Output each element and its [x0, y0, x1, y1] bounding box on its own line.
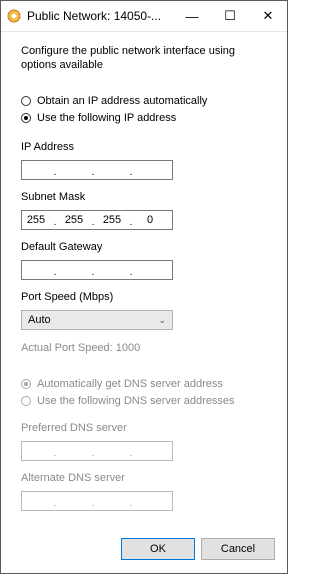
radio-obtain-ip-auto[interactable]: Obtain an IP address automatically	[21, 92, 267, 109]
subnet-mask-field[interactable]: 255. 255. 255. 0	[21, 210, 173, 230]
octet[interactable]: 255	[60, 214, 88, 226]
alternate-dns-field[interactable]: . . .	[21, 491, 173, 511]
app-icon	[7, 9, 21, 23]
window-title: Public Network: 14050-...	[27, 9, 162, 23]
minimize-button[interactable]: —	[173, 1, 211, 31]
radio-indicator[interactable]	[21, 112, 31, 123]
octet[interactable]: 0	[136, 214, 164, 226]
ip-address-field[interactable]: . . .	[21, 160, 173, 180]
preferred-dns-field[interactable]: . . .	[21, 441, 173, 461]
port-speed-label: Port Speed (Mbps)	[21, 291, 114, 303]
dialog-footer: OK Cancel	[1, 538, 287, 560]
ok-button[interactable]: OK	[121, 538, 195, 560]
default-gateway-label: Default Gateway	[21, 241, 103, 253]
radio-use-following-ip[interactable]: Use the following IP address	[21, 109, 267, 126]
chevron-down-icon: ⌄	[158, 314, 166, 325]
port-speed-value: Auto	[28, 314, 51, 326]
ip-address-label: IP Address	[21, 141, 74, 153]
radio-indicator[interactable]	[21, 378, 31, 389]
radio-label: Obtain an IP address automatically	[37, 94, 208, 107]
actual-port-speed-label: Actual Port Speed:	[21, 342, 113, 354]
octet[interactable]: 255	[98, 214, 126, 226]
radio-indicator[interactable]	[21, 95, 31, 106]
maximize-button[interactable]: ☐	[211, 1, 249, 31]
radio-dns-manual[interactable]: Use the following DNS server addresses	[21, 392, 267, 409]
port-speed-dropdown[interactable]: Auto ⌄	[21, 310, 173, 330]
subnet-mask-label: Subnet Mask	[21, 191, 86, 203]
radio-indicator[interactable]	[21, 395, 31, 406]
radio-dns-auto[interactable]: Automatically get DNS server address	[21, 375, 267, 392]
octet[interactable]: 255	[22, 214, 50, 226]
radio-label: Use the following DNS server addresses	[37, 394, 235, 407]
radio-label: Automatically get DNS server address	[37, 377, 223, 390]
actual-port-speed-value: 1000	[115, 342, 141, 354]
cancel-button[interactable]: Cancel	[201, 538, 275, 560]
description-text: Configure the public network interface u…	[21, 45, 236, 71]
close-button[interactable]: ✕	[249, 1, 287, 31]
preferred-dns-label: Preferred DNS server	[21, 422, 127, 434]
radio-label: Use the following IP address	[37, 111, 177, 124]
actual-port-speed: Actual Port Speed: 1000	[21, 341, 267, 355]
title-bar: Public Network: 14050-... — ☐ ✕	[1, 1, 287, 32]
default-gateway-field[interactable]: . . .	[21, 260, 173, 280]
dialog-window: Public Network: 14050-... — ☐ ✕ Configur…	[0, 0, 288, 574]
alternate-dns-label: Alternate DNS server	[21, 472, 125, 484]
